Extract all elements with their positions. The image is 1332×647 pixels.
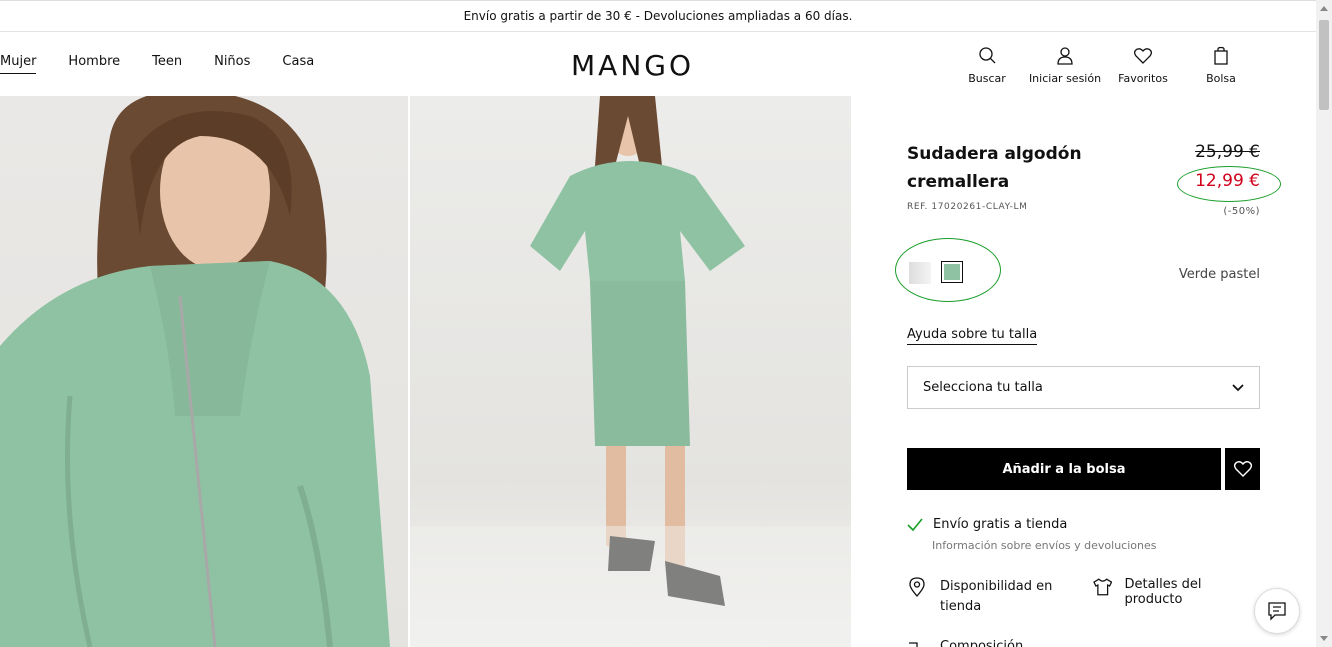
tshirt-icon <box>1093 578 1113 596</box>
shipping-info-link[interactable]: Información sobre envíos y devoluciones <box>932 539 1157 552</box>
color-name: Verde pastel <box>1178 267 1260 282</box>
size-help-link[interactable]: Ayuda sobre tu talla <box>907 327 1038 345</box>
login-label: Iniciar sesión <box>1028 72 1102 85</box>
scroll-up-arrow[interactable] <box>1320 6 1328 11</box>
check-icon <box>907 517 923 531</box>
chevron-down-icon <box>1232 383 1244 391</box>
add-to-favorites-button[interactable] <box>1225 448 1260 490</box>
composition-button[interactable]: Composición <box>907 639 1023 647</box>
nav-item-teen[interactable]: Teen <box>152 54 182 74</box>
product-details-button[interactable]: Detalles del producto <box>1093 577 1260 607</box>
composition-label: Composición <box>940 639 1024 647</box>
model-full-illustration <box>410 96 851 647</box>
favorites-button[interactable]: Favoritos <box>1104 46 1182 85</box>
location-pin-icon <box>909 577 925 597</box>
swatch-highlight-circle <box>895 238 1001 302</box>
shipping-info: Envío gratis a tienda <box>907 517 1067 532</box>
scroll-thumb[interactable] <box>1319 20 1329 110</box>
nav-item-hombre[interactable]: Hombre <box>68 54 120 74</box>
search-label: Buscar <box>968 72 1006 85</box>
scrollbar[interactable] <box>1316 0 1332 647</box>
brand-logo[interactable]: MANGO <box>571 49 694 82</box>
size-select[interactable]: Selecciona tu talla <box>907 366 1260 409</box>
bag-button[interactable]: Bolsa <box>1182 46 1260 85</box>
product-image-full[interactable] <box>410 96 851 647</box>
header-actions: Buscar Iniciar sesión Favoritos Bolsa <box>948 46 1260 85</box>
product-ref: REF. 17020261-CLAY-LM <box>907 202 1028 212</box>
shipping-label: Envío gratis a tienda <box>933 517 1068 532</box>
chat-button[interactable] <box>1254 588 1300 634</box>
promo-text: Envío gratis a partir de 30 € - Devoluci… <box>463 9 853 23</box>
user-icon <box>1057 47 1073 65</box>
search-icon <box>979 47 996 64</box>
promo-bar: Envío gratis a partir de 30 € - Devoluci… <box>0 0 1316 32</box>
details-label: Detalles del producto <box>1124 577 1202 607</box>
heart-icon <box>1233 461 1252 477</box>
scroll-down-arrow[interactable] <box>1320 636 1328 641</box>
search-button[interactable]: Buscar <box>948 46 1026 85</box>
availability-label: Disponibilidad en tienda <box>940 579 1053 614</box>
favorites-label: Favoritos <box>1118 72 1168 85</box>
main-nav: Mujer Hombre Teen Niños Casa <box>0 54 346 74</box>
bag-label: Bolsa <box>1206 72 1236 85</box>
nav-item-casa[interactable]: Casa <box>282 54 314 74</box>
price-highlight-circle <box>1177 166 1281 202</box>
model-closeup-illustration <box>0 96 390 647</box>
add-to-bag-button[interactable]: Añadir a la bolsa <box>907 448 1221 490</box>
composition-icon <box>909 642 918 647</box>
nav-item-mujer[interactable]: Mujer <box>0 54 37 74</box>
product-title: Sudadera algodón cremallera <box>907 144 1082 192</box>
heart-icon <box>1133 48 1153 64</box>
chat-icon <box>1268 602 1286 621</box>
site-header: Mujer Hombre Teen Niños Casa MANGO Busca… <box>0 32 1316 96</box>
login-button[interactable]: Iniciar sesión <box>1026 46 1104 85</box>
old-price: 25,99 € <box>1195 142 1260 162</box>
size-select-label: Selecciona tu talla <box>923 380 1043 395</box>
discount-badge: (-50%) <box>1223 206 1260 217</box>
nav-item-ninos[interactable]: Niños <box>214 54 250 74</box>
store-availability-button[interactable]: Disponibilidad en tienda <box>907 577 1060 617</box>
bag-icon <box>1214 46 1228 65</box>
product-image-closeup[interactable] <box>0 96 408 647</box>
